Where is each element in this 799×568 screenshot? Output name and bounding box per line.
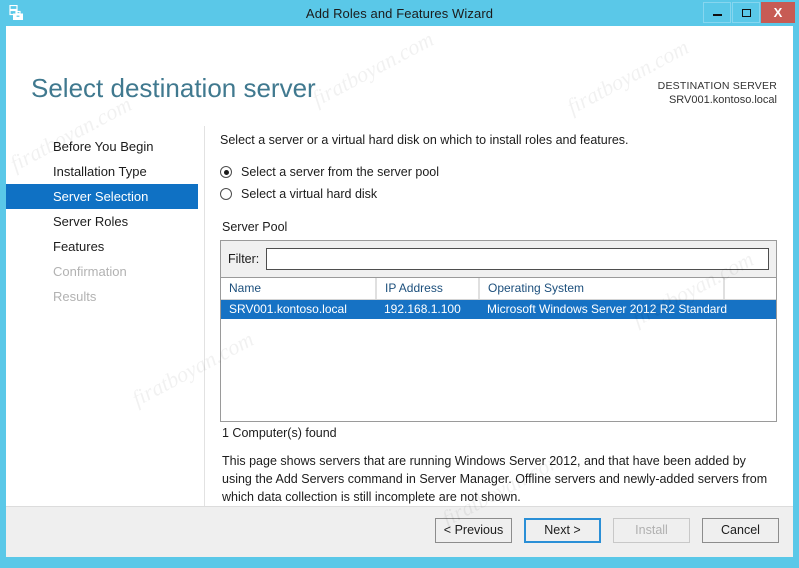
dialog-body: Select destination server DESTINATION SE…: [6, 26, 793, 557]
destination-server-block: DESTINATION SERVER SRV001.kontoso.local: [658, 79, 777, 107]
close-button[interactable]: X: [761, 2, 795, 23]
destination-server-label: DESTINATION SERVER: [657, 80, 777, 92]
window-controls: X: [702, 2, 795, 23]
filter-label: Filter:: [228, 252, 260, 266]
option-server-pool[interactable]: Select a server from the server pool: [220, 162, 780, 182]
server-toolbox-icon: [4, 0, 30, 26]
sidebar-item-installation-type[interactable]: Installation Type: [6, 159, 198, 184]
minimize-icon: [712, 14, 722, 16]
cell-ip-address: 192.168.1.100: [384, 302, 461, 316]
install-button: Install: [613, 518, 690, 543]
cancel-button[interactable]: Cancel: [702, 518, 779, 543]
column-header-ip-address[interactable]: IP Address: [376, 278, 479, 299]
minimize-button[interactable]: [703, 2, 731, 23]
option-virtual-hard-disk[interactable]: Select a virtual hard disk: [220, 184, 780, 204]
server-grid: Name IP Address Operating System SRV001.…: [221, 278, 776, 421]
radio-virtual-hard-disk-icon[interactable]: [220, 188, 232, 200]
wizard-window: Add Roles and Features Wizard X Select d…: [0, 0, 799, 568]
sidebar-item-before-you-begin[interactable]: Before You Begin: [6, 134, 198, 159]
radio-server-pool-icon[interactable]: [220, 166, 232, 178]
column-header-operating-system[interactable]: Operating System: [479, 278, 724, 299]
footer-bar: < Previous Next > Install Cancel: [6, 506, 793, 557]
filter-bar: Filter:: [221, 241, 776, 278]
sidebar-item-features[interactable]: Features: [6, 234, 198, 259]
nav-content-divider: [204, 126, 205, 526]
column-header-extra[interactable]: [724, 278, 776, 299]
cell-name: SRV001.kontoso.local: [229, 302, 347, 316]
server-pool-panel: Filter: Name IP Address Operating System…: [220, 240, 777, 422]
sidebar-item-server-selection[interactable]: Server Selection: [6, 184, 198, 209]
wizard-step-nav: Before You Begin Installation Type Serve…: [6, 134, 198, 309]
option-virtual-hard-disk-label: Select a virtual hard disk: [241, 187, 378, 201]
intro-text: Select a server or a virtual hard disk o…: [220, 133, 629, 147]
option-server-pool-label: Select a server from the server pool: [241, 165, 439, 179]
cell-operating-system: Microsoft Windows Server 2012 R2 Standar…: [487, 302, 728, 316]
window-title: Add Roles and Features Wizard: [305, 5, 494, 21]
sidebar-item-server-roles[interactable]: Server Roles: [6, 209, 198, 234]
previous-button[interactable]: < Previous: [435, 518, 512, 543]
footer-button-group: < Previous Next > Install Cancel: [435, 518, 779, 543]
page-header: Select destination server DESTINATION SE…: [6, 26, 793, 107]
sidebar-item-results: Results: [53, 289, 97, 304]
server-grid-header: Name IP Address Operating System: [221, 278, 776, 300]
main-content: Select a server or a virtual hard disk o…: [220, 132, 780, 506]
maximize-icon: [741, 8, 751, 17]
server-pool-heading: Server Pool: [222, 220, 288, 234]
maximize-button[interactable]: [732, 2, 760, 23]
table-row[interactable]: SRV001.kontoso.local 192.168.1.100 Micro…: [221, 300, 776, 319]
page-title: Select destination server: [31, 73, 316, 103]
column-header-name[interactable]: Name: [221, 278, 376, 299]
filter-input[interactable]: [266, 248, 769, 270]
computers-found-text: 1 Computer(s) found: [222, 426, 337, 440]
sidebar-item-confirmation: Confirmation: [53, 264, 127, 279]
destination-server-value: SRV001.kontoso.local: [668, 94, 777, 106]
page-note-text: This page shows servers that are running…: [222, 454, 768, 504]
title-bar: Add Roles and Features Wizard X: [0, 0, 799, 26]
next-button[interactable]: Next >: [524, 518, 601, 543]
